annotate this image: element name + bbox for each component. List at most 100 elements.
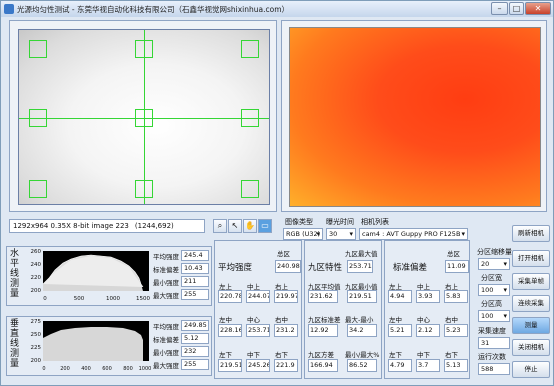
h-ytick-240: 240	[31, 262, 42, 268]
maximize-button[interactable]: □	[509, 2, 524, 15]
roi-middle-left	[29, 109, 47, 127]
roi-center	[135, 109, 153, 127]
nine-zone-range: 34.2	[347, 324, 377, 337]
open-camera-button[interactable]: 打开相机	[512, 250, 550, 267]
std-total-label: 总区	[447, 250, 460, 258]
nine-zone-std: 12.92	[308, 324, 338, 337]
runs-label: 运行次数	[478, 353, 506, 361]
std-top-right: 5.83	[444, 290, 468, 303]
avg-total-value: 240.98	[275, 260, 301, 273]
nine-zone-group: 九区特性 九区最大值 253.71 九区平均值 九区最小值 231.62 219…	[304, 240, 382, 379]
v-xtick-0: 0	[42, 366, 45, 372]
speed-label: 采集速度	[478, 327, 506, 335]
horizontal-profile-group: 水平线测量 260 240 220 200 0 500 1000 1500 平均…	[6, 246, 212, 306]
std-middle-right: 5.23	[444, 324, 468, 337]
roi-top-center	[135, 40, 153, 58]
app-window: 光源均匀性测试 - 东莞华视自动化科技有限公司（石鑫华视觉网shixinhua.…	[0, 0, 554, 386]
v-stat-label: 标准偏差	[153, 335, 179, 344]
measure-button[interactable]: 测量	[512, 317, 550, 334]
avg-center: 253.71	[246, 324, 270, 337]
stop-button[interactable]: 停止	[512, 361, 550, 378]
v-xtick-200: 200	[60, 366, 70, 372]
v-stat-label: 最小强度	[153, 348, 179, 357]
pan-icon[interactable]: ✋	[243, 219, 257, 233]
h-stat-label: 平均强度	[153, 252, 179, 261]
exposure-label: 曝光时间	[326, 218, 354, 226]
image-type-label: 图像类型	[285, 218, 313, 226]
nine-zone-max: 253.71	[347, 260, 373, 273]
h-ytick-200: 200	[31, 288, 42, 294]
app-icon	[4, 4, 14, 14]
nine-zone-min-max-ratio: 86.52	[347, 359, 377, 372]
avg-cell-label: 左下	[219, 351, 232, 359]
pointer-icon[interactable]: ↖	[228, 219, 242, 233]
h-xtick-1000: 1000	[106, 296, 120, 302]
camera-select[interactable]: cam4 : AVT Guppy PRO F125B	[359, 228, 468, 240]
h-stat-label: 标准偏差	[153, 265, 179, 274]
heatmap-image-display[interactable]	[289, 27, 541, 207]
std-dev-title: 标准偏差	[393, 263, 428, 273]
std-total-value: 11.09	[445, 260, 469, 273]
avg-top-center: 244.07	[246, 290, 270, 303]
h-xtick-0: 0	[43, 296, 47, 302]
single-capture-button[interactable]: 采集单帧	[512, 273, 550, 290]
h-xtick-500: 500	[74, 296, 85, 302]
v-ytick-225: 225	[31, 345, 42, 351]
v-avg-value: 249.85	[181, 320, 209, 331]
h-xtick-1500: 1500	[136, 296, 150, 302]
std-middle-left: 5.21	[388, 324, 412, 337]
close-button[interactable]: ✕	[525, 2, 551, 15]
nine-zone-variance: 166.94	[308, 359, 338, 372]
v-xtick-800: 800	[123, 366, 133, 372]
camera-list-label: 相机列表	[361, 218, 389, 226]
nine-zone-min: 219.51	[347, 290, 377, 303]
v-xtick-600: 600	[102, 366, 112, 372]
heatmap-image-panel	[281, 20, 547, 212]
v-xtick-1000: 1000	[139, 366, 152, 372]
v-ytick-250: 250	[31, 332, 42, 338]
std-bottom-right: 5.13	[444, 359, 468, 372]
image-info: 1292x964 0.35X 8-bit image 223	[13, 222, 129, 230]
zoom-icon[interactable]: ⌕	[213, 219, 227, 233]
h-stat-label: 最大强度	[153, 291, 179, 300]
zone-height-label: 分区高	[481, 300, 502, 308]
close-camera-button[interactable]: 关闭相机	[512, 339, 550, 356]
vertical-profile-line	[43, 327, 143, 361]
avg-cell-label: 左中	[219, 316, 232, 324]
avg-total-label: 总区	[277, 250, 290, 258]
h-max-value: 255	[181, 289, 209, 300]
h-stat-label: 最小强度	[153, 278, 179, 287]
avg-cell-label: 右中	[275, 316, 288, 324]
nine-zone-avg: 231.62	[308, 290, 338, 303]
shrink-label: 分区缩移量	[477, 248, 512, 256]
exposure-input[interactable]: 30	[326, 228, 356, 240]
minimize-button[interactable]: –	[491, 2, 508, 15]
roi-icon[interactable]: ▭	[258, 219, 272, 233]
continuous-capture-button[interactable]: 连续采集	[512, 295, 550, 312]
zone-width-input[interactable]: 100	[478, 284, 510, 296]
roi-bottom-left	[29, 180, 47, 198]
nine-zone-cell-label: 九区方差	[308, 351, 334, 359]
v-min-value: 232	[181, 346, 209, 357]
horizontal-profile-label: 水平线测量	[10, 249, 20, 299]
avg-cell-label: 中心	[247, 316, 260, 324]
avg-middle-right: 231.2	[274, 324, 298, 337]
image-type-select[interactable]: RGB (U32)	[283, 228, 323, 240]
zone-height-input[interactable]: 100	[478, 310, 510, 322]
window-title: 光源均匀性测试 - 东莞华视自动化科技有限公司（石鑫华视觉网shixinhua.…	[17, 4, 289, 14]
image-status-bar: 1292x964 0.35X 8-bit image 223 (1244,692…	[9, 219, 205, 233]
avg-cell-label: 中下	[247, 351, 260, 359]
horizontal-profile-chart: 260 240 220 200 0 500 1000 1500	[25, 248, 153, 304]
std-dev-group: 标准偏差 总区 11.09 左上 中上 右上 4.94 3.93 5.83 左中…	[384, 240, 470, 379]
std-cell-label: 左中	[389, 316, 402, 324]
grayscale-image-display[interactable]	[18, 29, 270, 205]
h-std-value: 10.43	[181, 263, 209, 274]
nine-zone-cell-label: 最大-最小	[345, 316, 374, 324]
shrink-input[interactable]: 20	[478, 258, 510, 270]
zone-width-label: 分区宽	[481, 274, 502, 282]
nine-zone-cell-label: 九区标准差	[308, 316, 341, 324]
h-ytick-260: 260	[31, 249, 42, 255]
std-cell-label: 左下	[389, 351, 402, 359]
avg-cell-label: 右下	[275, 351, 288, 359]
refresh-camera-button[interactable]: 刷新相机	[512, 225, 550, 242]
